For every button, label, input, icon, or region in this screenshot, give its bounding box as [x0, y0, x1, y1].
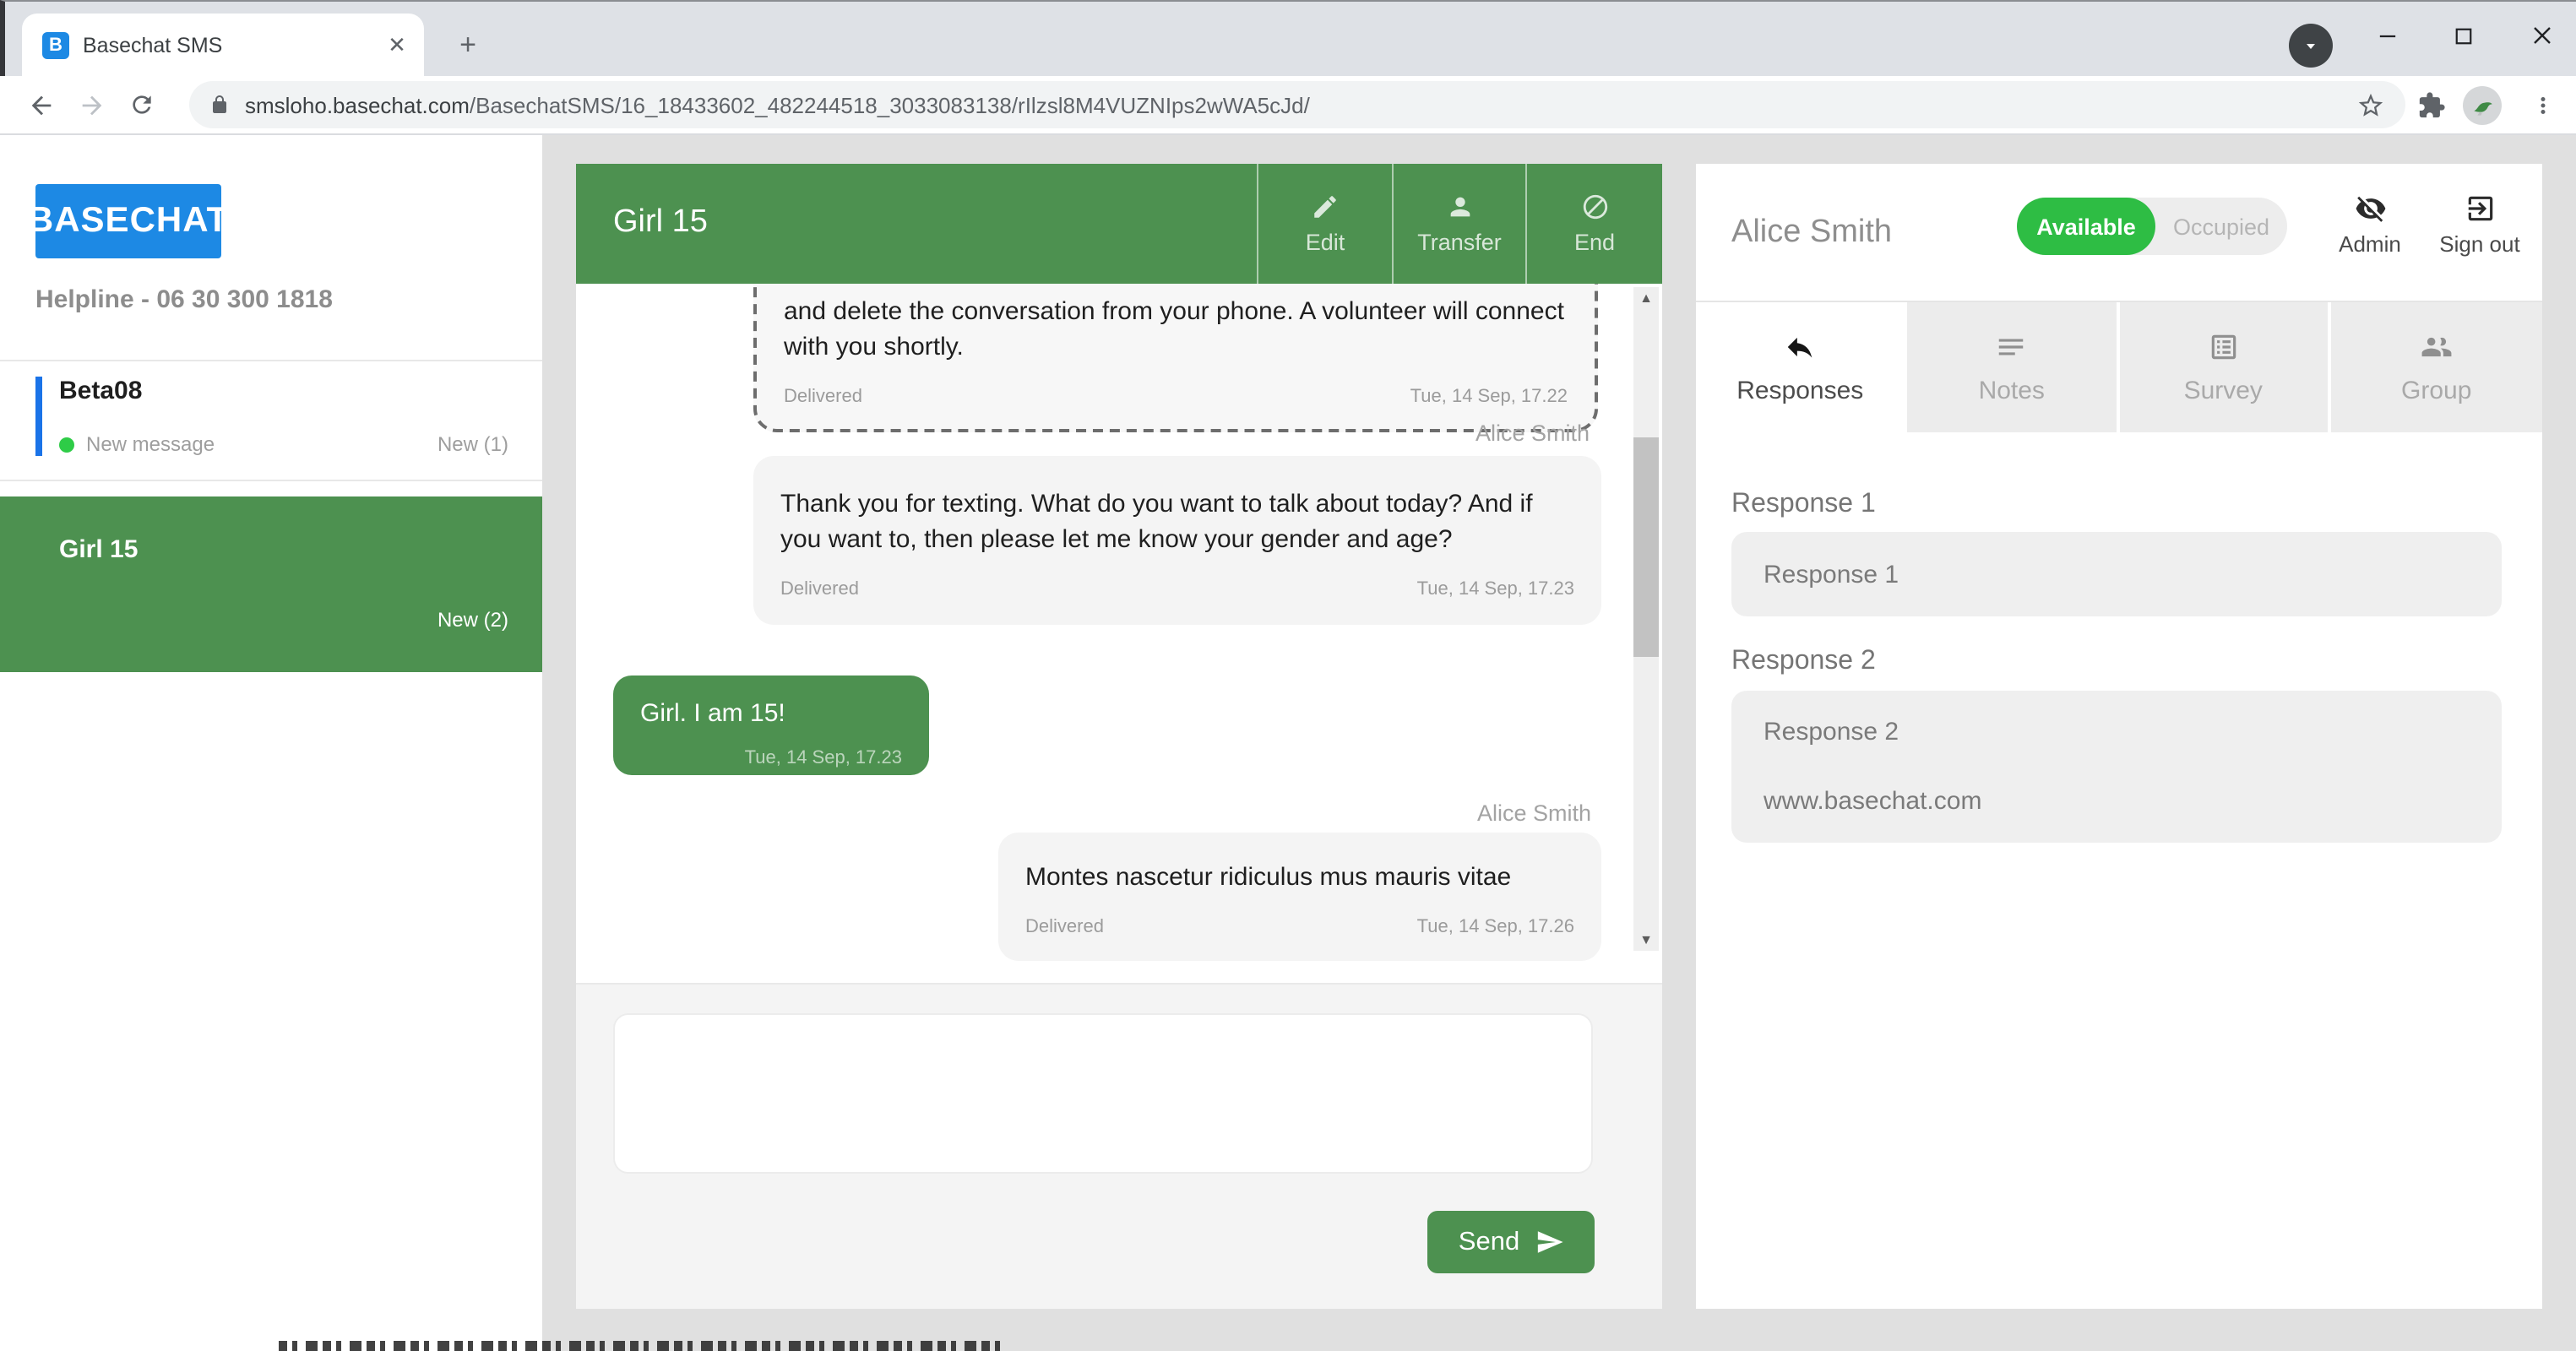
extensions-puzzle-icon[interactable] — [2409, 83, 2453, 127]
send-plane-icon — [1537, 1231, 1562, 1253]
eye-off-icon — [2355, 196, 2385, 222]
conversation-badge: New (2) — [437, 608, 508, 632]
chat-header: Girl 15 Edit Transfer End — [576, 164, 1662, 284]
profile-caret-icon[interactable] — [2289, 24, 2333, 68]
window-minimize-button[interactable] — [2353, 2, 2421, 69]
app-content: BASECHAT Helpline - 06 30 300 1818 Beta0… — [0, 135, 2576, 1351]
tab-notes[interactable]: Notes — [1907, 302, 2119, 432]
message-time: Tue, 14 Sep, 17.23 — [744, 748, 902, 768]
tab-title: Basechat SMS — [83, 34, 223, 57]
conversation-item-beta08[interactable]: Beta08 New message New (1) — [0, 360, 542, 481]
system-message-bubble: and delete the conversation from your ph… — [753, 284, 1598, 432]
composer-area: Send — [576, 983, 1662, 1309]
screenshot-stage: B Basechat SMS ✕ + smsloho.basechat.com/… — [0, 0, 2576, 1351]
message-status: Delivered — [1025, 917, 1104, 937]
response-link-text: www.basechat.com — [1764, 787, 1982, 816]
incoming-message-bubble: Montes nascetur ridiculus mus mauris vit… — [998, 833, 1601, 961]
window-maximize-button[interactable] — [2429, 2, 2497, 69]
exit-icon — [2467, 196, 2492, 221]
new-tab-button[interactable]: + — [448, 25, 488, 66]
block-icon — [1582, 194, 1607, 220]
admin-button[interactable]: Admin — [2319, 193, 2421, 257]
message-time: Tue, 14 Sep, 17.22 — [1410, 387, 1568, 407]
person-icon — [1449, 197, 1470, 217]
window-close-button[interactable] — [2508, 2, 2576, 69]
address-bar[interactable]: smsloho.basechat.com/BasechatSMS/16_1843… — [189, 81, 2405, 128]
available-toggle-option[interactable]: Available — [2017, 198, 2155, 255]
message-text: Thank you for texting. What do you want … — [780, 490, 1533, 554]
scroll-down-icon[interactable]: ▼ — [1633, 929, 1659, 951]
forward-button[interactable] — [68, 81, 115, 128]
response-1-label: Response 1 — [1731, 490, 1876, 518]
conversation-name: Girl 15 — [59, 535, 139, 564]
availability-toggle: Available Occupied — [2017, 198, 2287, 255]
url-text: smsloho.basechat.com/BasechatSMS/16_1843… — [245, 92, 1310, 117]
lock-icon — [213, 95, 226, 113]
scrollbar-thumb[interactable] — [1633, 437, 1659, 657]
back-button[interactable] — [17, 81, 64, 128]
unread-indicator-bar — [35, 377, 42, 456]
message-sender: Alice Smith — [1476, 800, 1591, 826]
message-status: Delivered — [780, 579, 859, 600]
message-text: Montes nascetur ridiculus mus mauris vit… — [1025, 863, 1512, 892]
conversation-item-girl15[interactable]: Girl 15 New (2) — [0, 496, 542, 672]
tab-responses[interactable]: Responses — [1696, 302, 1908, 432]
agent-name: Alice Smith — [1731, 214, 1893, 250]
conversation-name: Beta08 — [59, 377, 143, 405]
basechat-logo: BASECHAT — [28, 184, 228, 258]
conversation-sidebar: BASECHAT Helpline - 06 30 300 1818 Beta0… — [0, 135, 542, 1351]
chat-panel: Girl 15 Edit Transfer End and delete the… — [576, 164, 1662, 1309]
response-2-card[interactable]: Response 2 www.basechat.com — [1731, 691, 2502, 843]
helpline-label: Helpline - 06 30 300 1818 — [35, 285, 333, 314]
sign-out-button[interactable]: Sign out — [2429, 193, 2530, 257]
menu-kebab-icon[interactable] — [2520, 83, 2564, 127]
notes-icon — [1999, 338, 2024, 355]
agent-tabs: Responses Notes Survey Group — [1696, 301, 2542, 432]
message-status: Delivered — [784, 387, 862, 407]
conversation-status: New message — [86, 432, 215, 456]
reload-button[interactable] — [118, 81, 166, 128]
message-text: Girl. I am 15! — [640, 699, 785, 728]
message-list: and delete the conversation from your ph… — [576, 284, 1662, 983]
response-2-label: Response 2 — [1731, 647, 1876, 676]
response-text: Response 2 — [1764, 718, 1899, 746]
tab-strip: B Basechat SMS ✕ + — [0, 0, 2576, 78]
incoming-message-bubble: Thank you for texting. What do you want … — [753, 456, 1601, 625]
edit-button[interactable]: Edit — [1257, 164, 1392, 284]
reply-icon — [1788, 336, 1812, 357]
tab-group[interactable]: Group — [2330, 302, 2542, 432]
survey-icon — [2211, 334, 2236, 359]
message-input[interactable] — [613, 1013, 1593, 1174]
group-icon — [2421, 336, 2452, 356]
response-1-card[interactable]: Response 1 — [1731, 532, 2502, 616]
conversation-badge: New (1) — [437, 432, 508, 456]
message-time: Tue, 14 Sep, 17.26 — [1416, 917, 1574, 937]
transfer-button[interactable]: Transfer — [1392, 164, 1525, 284]
tab-survey[interactable]: Survey — [2119, 302, 2331, 432]
occupied-toggle-option[interactable]: Occupied — [2155, 198, 2287, 255]
scroll-up-icon[interactable]: ▲ — [1633, 287, 1659, 309]
favicon-icon: B — [42, 32, 69, 59]
bookmark-star-icon[interactable] — [2356, 90, 2385, 119]
message-scrollbar[interactable]: ▲ ▼ — [1633, 287, 1659, 951]
chat-title: Girl 15 — [613, 204, 708, 240]
message-text: and delete the conversation from your ph… — [784, 297, 1564, 361]
send-button[interactable]: Send — [1427, 1211, 1595, 1273]
profile-avatar[interactable] — [2463, 86, 2502, 125]
outgoing-message-bubble: Girl. I am 15! Tue, 14 Sep, 17.23 — [613, 676, 929, 775]
tab-close-icon[interactable]: ✕ — [383, 32, 410, 59]
message-sender: Alice Smith — [1475, 420, 1590, 446]
message-time: Tue, 14 Sep, 17.23 — [1416, 579, 1574, 600]
clipped-text-artifact — [279, 1341, 1005, 1351]
response-text: Response 1 — [1764, 560, 1899, 589]
pencil-icon — [1314, 196, 1336, 218]
end-button[interactable]: End — [1525, 164, 1662, 284]
browser-tab[interactable]: B Basechat SMS ✕ — [22, 14, 424, 78]
new-message-dot-icon — [59, 437, 74, 452]
agent-panel: Alice Smith Available Occupied Admin Sig… — [1696, 164, 2542, 1309]
browser-window: B Basechat SMS ✕ + smsloho.basechat.com/… — [0, 0, 2576, 1351]
